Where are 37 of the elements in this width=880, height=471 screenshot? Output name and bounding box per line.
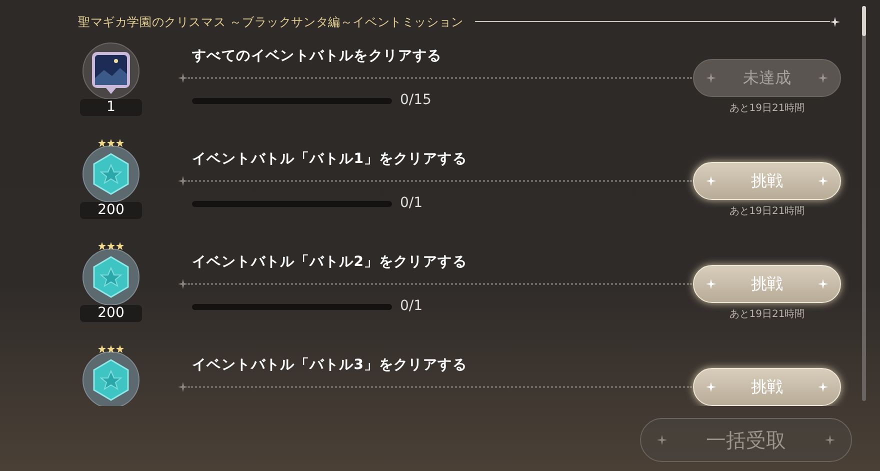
time-remaining: あと19日21時間 — [729, 308, 805, 322]
sparkle-icon — [706, 279, 716, 289]
card-reward-icon — [82, 42, 140, 100]
reward-count: 200 — [80, 305, 142, 322]
gem-reward-icon — [82, 145, 140, 203]
mission-title: イベントバトル「バトル1」をクリアする — [192, 150, 468, 169]
mission-title: イベントバトル「バトル3」をクリアする — [192, 356, 468, 375]
gem-reward-icon — [82, 351, 140, 406]
sparkle-icon — [825, 435, 835, 445]
sparkle-icon — [818, 382, 828, 392]
progress-count: 0/15 — [400, 91, 432, 110]
mission-title: イベントバトル「バトル2」をクリアする — [192, 253, 468, 272]
sparkle-icon — [706, 73, 716, 83]
sparkle-icon — [706, 382, 716, 392]
sparkle-icon — [818, 279, 828, 289]
gem-reward-icon — [82, 248, 140, 306]
sparkle-icon — [830, 16, 840, 26]
sparkle-icon — [657, 435, 667, 445]
time-remaining: あと19日21時間 — [729, 204, 805, 219]
challenge-button[interactable]: 挑戦 — [693, 368, 841, 406]
challenge-button[interactable]: 挑戦 — [693, 162, 841, 200]
progress-count: 0/1 — [400, 194, 423, 213]
mission-title: すべてのイベントバトルをクリアする — [192, 47, 442, 66]
sparkle-icon — [178, 279, 188, 289]
page-title: 聖マギカ学園のクリスマス ～ブラックサンタ編～イベントミッション — [78, 14, 464, 30]
sparkle-icon — [178, 382, 188, 392]
reward-count: 1 — [80, 99, 142, 116]
progress-count: 0/1 — [400, 297, 423, 316]
sparkle-icon — [706, 176, 716, 186]
time-remaining: あと19日21時間 — [729, 102, 805, 116]
challenge-button[interactable]: 挑戦 — [693, 265, 841, 303]
sparkle-icon — [178, 73, 188, 83]
scrollbar[interactable] — [862, 6, 866, 401]
reward-count: 200 — [80, 202, 142, 219]
sparkle-icon — [818, 73, 828, 83]
sparkle-icon — [178, 176, 188, 186]
sparkle-icon — [818, 176, 828, 186]
